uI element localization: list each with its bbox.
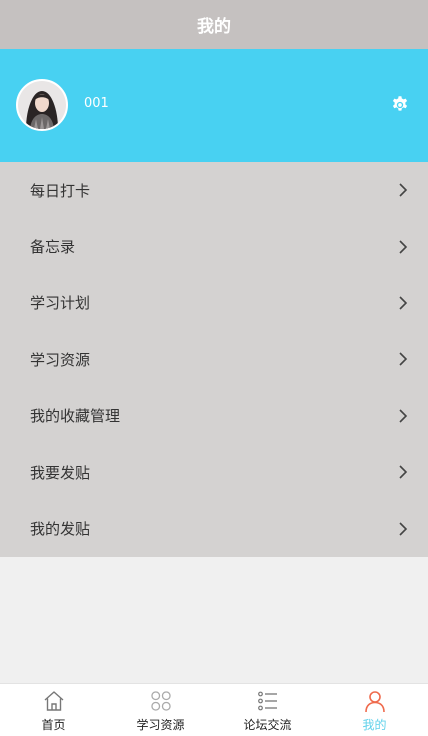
menu-item-label: 每日打卡 [30,181,91,200]
chevron-right-icon [399,465,408,479]
grid-icon [150,691,171,711]
tab-mine[interactable]: 我的 [321,684,428,736]
avatar[interactable] [16,79,68,131]
chevron-right-icon [399,521,408,536]
list-icon [257,691,277,711]
bottom-tab-bar: 首页 学习资源 论坛交流 我的 [0,683,428,736]
menu-list: 每日打卡 备忘录 学习计划 学习资源 我的收藏管理 我要发贴 我的发贴 [0,162,428,557]
menu-item-favorites[interactable]: 我的收藏管理 [0,388,428,444]
tab-label: 首页 [41,718,66,732]
tab-label: 论坛交流 [243,718,292,732]
tab-label: 我的 [362,718,387,732]
tab-label: 学习资源 [136,718,185,732]
chevron-right-icon [399,296,408,310]
menu-item-study-resources[interactable]: 学习资源 [0,331,428,387]
chevron-right-icon [399,409,408,423]
profile-banner: 001 [0,49,428,162]
menu-item-my-posts[interactable]: 我的发贴 [0,500,428,556]
menu-item-daily-checkin[interactable]: 每日打卡 [0,162,428,218]
menu-item-label: 我的发贴 [30,520,91,539]
menu-item-label: 学习计划 [30,294,91,313]
avatar-photo-icon [18,81,66,129]
chevron-right-icon [399,352,408,366]
user-icon [364,691,385,713]
chevron-right-icon [399,183,408,197]
tab-study-resources[interactable]: 学习资源 [107,684,214,736]
page-title: 我的 [197,17,231,37]
menu-item-label: 备忘录 [30,238,76,257]
menu-item-study-plan[interactable]: 学习计划 [0,275,428,331]
menu-item-memo[interactable]: 备忘录 [0,218,428,274]
tab-forum[interactable]: 论坛交流 [214,684,321,736]
chevron-right-icon [399,240,408,254]
menu-item-label: 学习资源 [30,350,91,369]
tab-home[interactable]: 首页 [0,684,107,736]
menu-item-label: 我的收藏管理 [30,407,121,426]
username: 001 [84,96,109,111]
menu-item-label: 我要发贴 [30,463,91,482]
home-icon [44,691,63,711]
gear-icon[interactable] [390,95,410,115]
menu-item-new-post[interactable]: 我要发贴 [0,444,428,500]
top-nav-bar: 我的 [0,0,428,49]
